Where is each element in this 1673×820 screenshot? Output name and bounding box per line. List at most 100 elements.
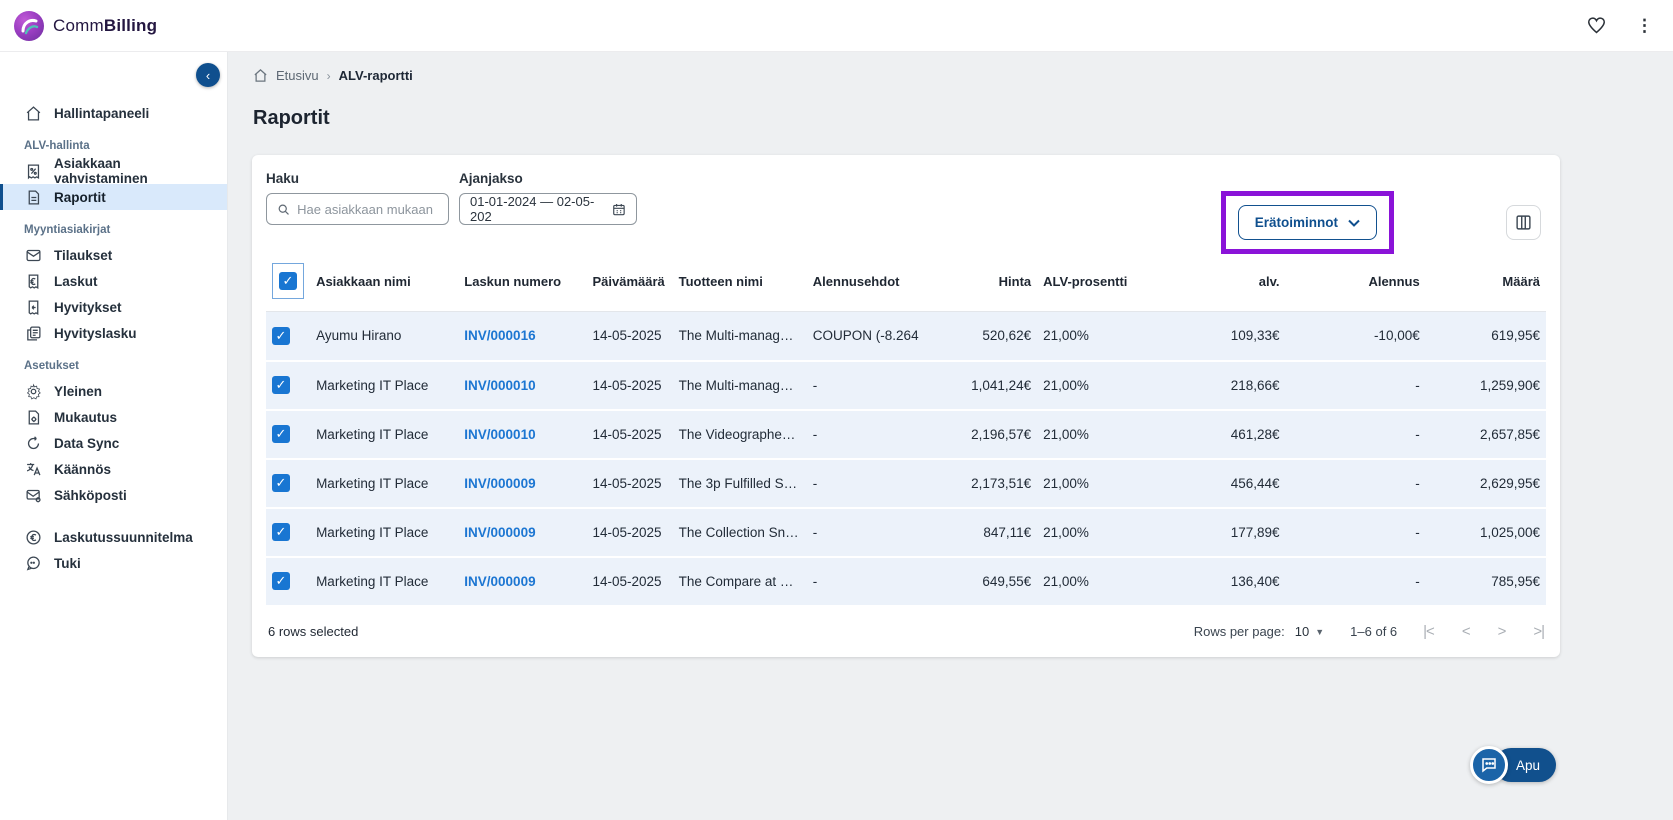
sidebar-item-laskut[interactable]: Laskut bbox=[0, 268, 227, 294]
column-settings-button[interactable] bbox=[1506, 205, 1541, 240]
main-content: Etusivu › ALV-raportti Raportit Haku Aja… bbox=[228, 52, 1673, 820]
discount-terms: - bbox=[812, 573, 818, 589]
row-checkbox[interactable]: ✓ bbox=[272, 326, 290, 345]
product-name: The 3p Fulfilled S… bbox=[678, 475, 798, 491]
kebab-menu-icon[interactable]: ⋮ bbox=[1634, 14, 1655, 38]
sidebar-item-tuki[interactable]: Tuki bbox=[0, 550, 227, 576]
row-checkbox[interactable]: ✓ bbox=[272, 572, 290, 590]
col-amount[interactable]: Määrä bbox=[1426, 253, 1546, 312]
discount-amount: - bbox=[1415, 573, 1420, 589]
col-vat-percent[interactable]: ALV-prosentti bbox=[1037, 253, 1139, 312]
total-amount: 785,95€ bbox=[1491, 573, 1540, 589]
row-checkbox[interactable]: ✓ bbox=[272, 425, 290, 443]
col-product[interactable]: Tuotteen nimi bbox=[673, 253, 807, 312]
invoice-date: 14-05-2025 bbox=[592, 377, 662, 393]
sidebar-item-asiakkaan-vahvistaminen[interactable]: Asiakkaan vahvistaminen bbox=[0, 156, 227, 186]
rows-per-page-select[interactable]: 10 ▼ bbox=[1295, 624, 1324, 639]
table-row[interactable]: ✓ Ayumu Hirano INV/000016 14-05-2025 The Mul… bbox=[266, 311, 1546, 361]
sidebar-item-yleinen[interactable]: Yleinen bbox=[0, 378, 227, 404]
discount-terms: - bbox=[812, 426, 818, 442]
select-all-checkbox[interactable]: ✓ bbox=[279, 272, 297, 290]
col-discount[interactable]: Alennus bbox=[1286, 253, 1426, 312]
sidebar-section-header: Myyntiasiakirjat bbox=[24, 224, 111, 236]
breadcrumb-current: ALV-raportti bbox=[338, 68, 413, 83]
price: 2,196,57€ bbox=[971, 426, 1032, 442]
sidebar-item-tilaukset[interactable]: Tilaukset bbox=[0, 242, 227, 268]
invoice-date: 14-05-2025 bbox=[592, 573, 662, 589]
vat-amount: 136,40€ bbox=[1230, 573, 1280, 589]
first-page-icon[interactable]: |< bbox=[1423, 623, 1435, 640]
sidebar-item-hyvitykset[interactable]: Hyvitykset bbox=[0, 294, 227, 320]
customer-name: Marketing IT Place bbox=[316, 573, 429, 589]
row-checkbox[interactable]: ✓ bbox=[272, 474, 290, 492]
batch-actions-highlight: Erätoiminnot bbox=[1220, 191, 1394, 254]
sidebar-section-header: ALV-hallinta bbox=[24, 140, 90, 152]
rows-per-page-caret-icon: ▼ bbox=[1315, 626, 1325, 637]
col-price[interactable]: Hinta bbox=[919, 253, 1037, 312]
breadcrumb-home-icon[interactable] bbox=[253, 68, 268, 83]
search-input[interactable] bbox=[297, 201, 438, 217]
col-vat[interactable]: alv. bbox=[1139, 253, 1285, 312]
breadcrumb: Etusivu › ALV-raportti bbox=[253, 68, 1673, 83]
page-range: 1–6 of 6 bbox=[1350, 624, 1398, 639]
favorites-heart-icon[interactable] bbox=[1585, 15, 1608, 36]
sidebar-item-mukautus[interactable]: Mukautus bbox=[0, 404, 227, 430]
sidebar-item-hallintapaneeli[interactable]: Hallintapaneeli bbox=[0, 100, 227, 126]
batch-actions-button[interactable]: Erätoiminnot bbox=[1237, 205, 1377, 240]
sidebar-item-hyvityslasku[interactable]: Hyvityslasku bbox=[0, 320, 227, 346]
sidebar-item-laskutussuunnitelma[interactable]: Laskutussuunnitelma bbox=[0, 524, 227, 550]
sidebar-item-label: Tilaukset bbox=[54, 247, 113, 263]
next-page-icon[interactable]: > bbox=[1498, 623, 1507, 640]
col-customer[interactable]: Asiakkaan nimi bbox=[310, 253, 458, 312]
col-discount-terms[interactable]: Alennusehdot bbox=[807, 253, 919, 312]
discount-amount: - bbox=[1415, 377, 1420, 393]
invoice-link[interactable]: INV/000009 bbox=[464, 574, 535, 589]
chevron-down-icon bbox=[1348, 219, 1360, 227]
copy-document-icon bbox=[24, 324, 42, 342]
selected-count: 6 rows selected bbox=[268, 624, 359, 639]
brand-logo-icon bbox=[14, 10, 44, 41]
discount-amount: -10,00€ bbox=[1373, 328, 1420, 344]
help-chat-icon[interactable] bbox=[1469, 746, 1508, 784]
sidebar-item-label: Hyvityslasku bbox=[54, 325, 137, 341]
sync-icon bbox=[24, 434, 42, 452]
help-widget: Apu bbox=[1469, 746, 1556, 784]
last-page-icon[interactable]: >| bbox=[1533, 623, 1545, 640]
date-range-input[interactable]: 01-01-2024 — 02-05-202 bbox=[459, 193, 637, 225]
table-row[interactable]: ✓ Marketing IT Place INV/000010 14-05-2025 T… bbox=[266, 409, 1546, 459]
prev-page-icon[interactable]: < bbox=[1462, 623, 1471, 640]
sidebar-item-data-sync[interactable]: Data Sync bbox=[0, 430, 227, 456]
row-checkbox[interactable]: ✓ bbox=[272, 523, 290, 541]
invoice-link[interactable]: INV/000009 bbox=[464, 476, 535, 491]
table-row[interactable]: ✓ Marketing IT Place INV/000009 14-05-2025 T… bbox=[266, 556, 1546, 606]
invoice-link[interactable]: INV/000009 bbox=[464, 525, 535, 540]
product-name: The Multi-manag… bbox=[678, 328, 794, 344]
home-icon bbox=[24, 104, 42, 122]
sidebar-collapse-button[interactable]: ‹ bbox=[196, 63, 220, 87]
invoice-link[interactable]: INV/000010 bbox=[464, 427, 535, 442]
calendar-icon bbox=[613, 203, 625, 215]
discount-terms: - bbox=[812, 524, 818, 540]
breadcrumb-home[interactable]: Etusivu bbox=[276, 68, 319, 83]
sidebar-item-raportit[interactable]: Raportit bbox=[0, 184, 227, 210]
product-name: The Multi-manag… bbox=[678, 377, 794, 393]
table-row[interactable]: ✓ Marketing IT Place INV/000010 14-05-2025 T… bbox=[266, 360, 1546, 410]
reports-card: Haku Ajanjakso 01-01-2024 — 02-05-202 Er… bbox=[252, 155, 1560, 657]
table-row[interactable]: ✓ Marketing IT Place INV/000009 14-05-2025 T… bbox=[266, 507, 1546, 557]
gear-icon bbox=[24, 382, 42, 400]
vat-percent: 21,00% bbox=[1043, 377, 1089, 393]
sidebar-nav: Hallintapaneeli ALV-hallinta Asiakkaan vah… bbox=[0, 100, 227, 576]
col-invoice[interactable]: Laskun numero bbox=[458, 253, 586, 312]
invoice-link[interactable]: INV/000010 bbox=[464, 378, 535, 393]
sidebar-item-s-hk-posti[interactable]: Sähköposti bbox=[0, 482, 227, 508]
vat-percent: 21,00% bbox=[1043, 475, 1089, 491]
row-checkbox[interactable]: ✓ bbox=[272, 376, 290, 394]
total-amount: 2,657,85€ bbox=[1479, 426, 1540, 442]
invoice-link[interactable]: INV/000016 bbox=[464, 328, 535, 343]
sidebar-item-k-nn-s[interactable]: Käännös bbox=[0, 456, 227, 482]
col-date[interactable]: Päivämäärä bbox=[586, 253, 672, 312]
table-row[interactable]: ✓ Marketing IT Place INV/000009 14-05-2025 T… bbox=[266, 458, 1546, 508]
discount-terms: - bbox=[812, 377, 818, 393]
sidebar-item-label: Laskut bbox=[54, 273, 98, 289]
support-chat-icon bbox=[24, 554, 42, 572]
